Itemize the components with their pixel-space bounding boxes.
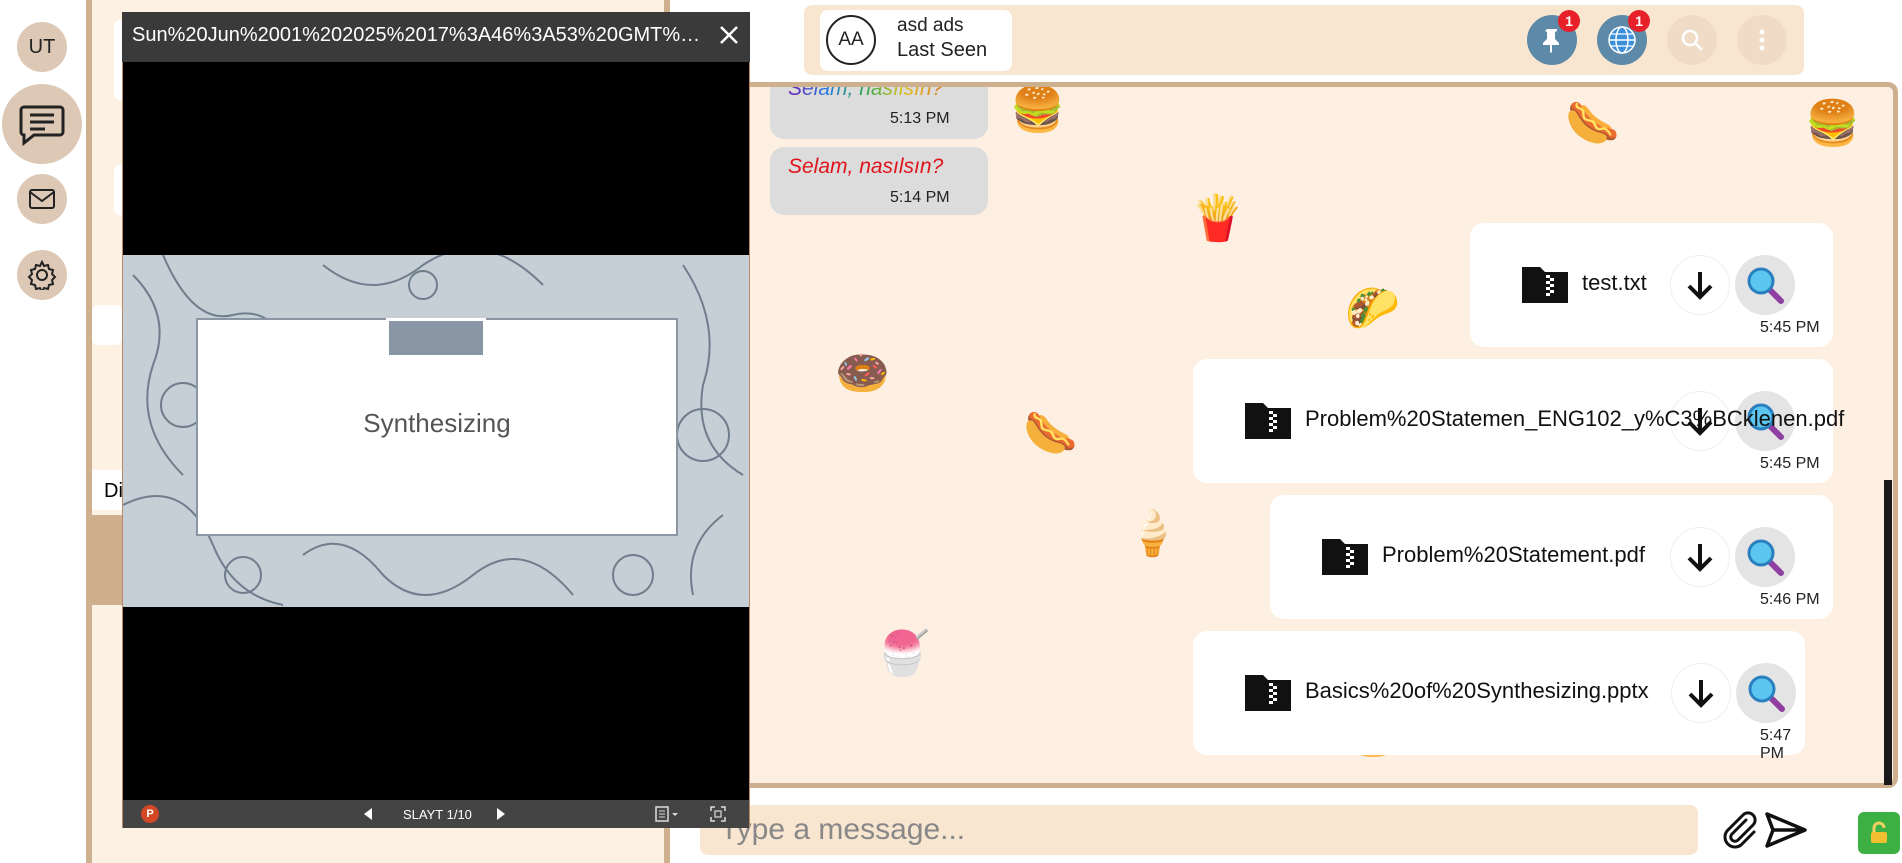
notes-menu-button[interactable] [655,806,679,825]
file-name: Basics%20of%20Synthesizing.pptx [1305,678,1649,703]
chats-nav-button[interactable] [2,84,82,164]
prev-slide-button[interactable] [363,807,373,824]
message-input[interactable] [700,805,1698,855]
more-options-button[interactable] [1737,15,1787,65]
more-vertical-icon [1759,29,1765,51]
powerpoint-icon: P [141,805,159,823]
user-avatar[interactable]: UT [17,22,67,72]
incoming-message[interactable]: Selam, nasılsın? 5:13 PM [770,87,988,139]
file-name: Problem%20Statemen_ENG102_y%C3%BCklenen.… [1305,406,1845,431]
fullscreen-button[interactable] [710,806,726,825]
magnifier-icon [1747,267,1784,304]
download-button[interactable] [1670,255,1730,315]
burger-pattern-icon: 🍔 [1010,85,1065,134]
download-arrow-icon [1687,544,1713,572]
translate-badge: 1 [1628,10,1650,32]
donut-pattern-icon: 🍩 [835,349,890,398]
preview-button[interactable] [1735,527,1795,587]
chat-scrollbar[interactable] [1884,480,1892,785]
settings-nav-button[interactable] [17,250,67,300]
contact-item-selected[interactable] [92,515,122,605]
contact-name: asd ads [897,15,964,36]
contact-initials: AA [838,29,864,50]
send-icon [1765,812,1807,848]
download-arrow-icon [1687,272,1713,300]
pinned-badge: 1 [1558,10,1580,32]
icecream-pattern-icon: 🍦 [1125,509,1180,558]
message-time: 5:14 PM [890,189,950,206]
zip-file-icon [1322,539,1368,575]
mail-icon [29,189,55,209]
unlock-icon [1871,821,1887,843]
message-time: 5:46 PM [1760,591,1820,608]
burger-pattern-icon: 🍔 [1805,99,1860,148]
fullscreen-icon [710,806,726,822]
download-arrow-icon [1688,680,1714,708]
close-icon [720,26,738,44]
preview-button[interactable] [1735,255,1795,315]
triangle-right-icon [497,808,505,820]
download-button[interactable] [1670,527,1730,587]
encryption-button[interactable] [1858,812,1900,854]
chats-icon [19,105,65,147]
triangle-left-icon [364,808,372,820]
fries-pattern-icon: 🍟 [1190,194,1245,243]
download-button[interactable] [1671,663,1731,723]
message-time: 5:45 PM [1760,319,1820,336]
popsicle-pattern-icon: 🍧 [875,629,930,678]
message-time: 5:47 PM [1760,727,1792,762]
paperclip-icon [1723,811,1757,849]
search-icon [1681,29,1703,51]
file-message[interactable]: Basics%20of%20Synthesizing.pptx 5:47 PM [1193,631,1805,762]
mail-nav-button[interactable] [17,174,67,224]
contact-status: Last Seen [897,39,988,61]
contact-card[interactable] [92,305,122,345]
viewer-close-button[interactable] [718,24,740,51]
attach-button[interactable] [1718,810,1758,855]
hotdog-pattern-icon: 🌭 [1565,99,1620,148]
chat-messages-area[interactable]: 🍔 🍟 🌮 🍩 🌭 🌭 🍦 🍧 🍔 🍔 Selam, nasılsın? 5:1… [740,82,1898,788]
search-button[interactable] [1667,15,1717,65]
zip-file-icon [1245,675,1291,711]
pin-icon [1543,29,1559,53]
message-text: Selam, nasılsın? [788,155,944,178]
user-initials: UT [28,35,56,58]
viewer-title: Sun%20Jun%2001%202025%2017%3A46%3A53%20G… [132,24,708,46]
left-nav: UT [0,0,88,863]
file-message[interactable]: Problem%20Statement.pdf 5:46 PM [1270,495,1833,619]
gear-icon [27,260,57,290]
magnifier-icon [1748,675,1785,712]
file-name: Problem%20Statement.pdf [1382,542,1645,567]
message-time: 5:13 PM [890,110,950,127]
preview-button[interactable] [1736,663,1796,723]
slide-tab-decoration [386,318,486,358]
notes-icon [655,806,678,822]
message-time: 5:45 PM [1760,455,1820,472]
contact-avatar[interactable]: AA [826,15,876,65]
viewer-toolbar: P SLAYT 1/10 [123,800,749,828]
slide-counter: SLAYT 1/10 [403,807,472,822]
file-message[interactable]: Problem%20Statemen_ENG102_y%C3%BCklenen.… [1193,359,1844,483]
hotdog-pattern-icon: 🌭 [1023,409,1078,458]
incoming-message[interactable]: Selam, nasılsın? 5:14 PM [770,147,988,215]
send-button[interactable] [1765,812,1807,853]
taco-pattern-icon: 🌮 [1345,284,1400,333]
zip-file-icon [1522,267,1568,303]
zip-file-icon [1245,403,1291,439]
magnifier-icon [1747,539,1784,576]
message-text: Selam, nasılsın? [788,87,943,101]
file-name: test.txt [1582,270,1647,295]
file-message[interactable]: test.txt 5:45 PM [1470,223,1833,347]
next-slide-button[interactable] [496,807,506,824]
slide-title: Synthesizing [363,408,511,438]
